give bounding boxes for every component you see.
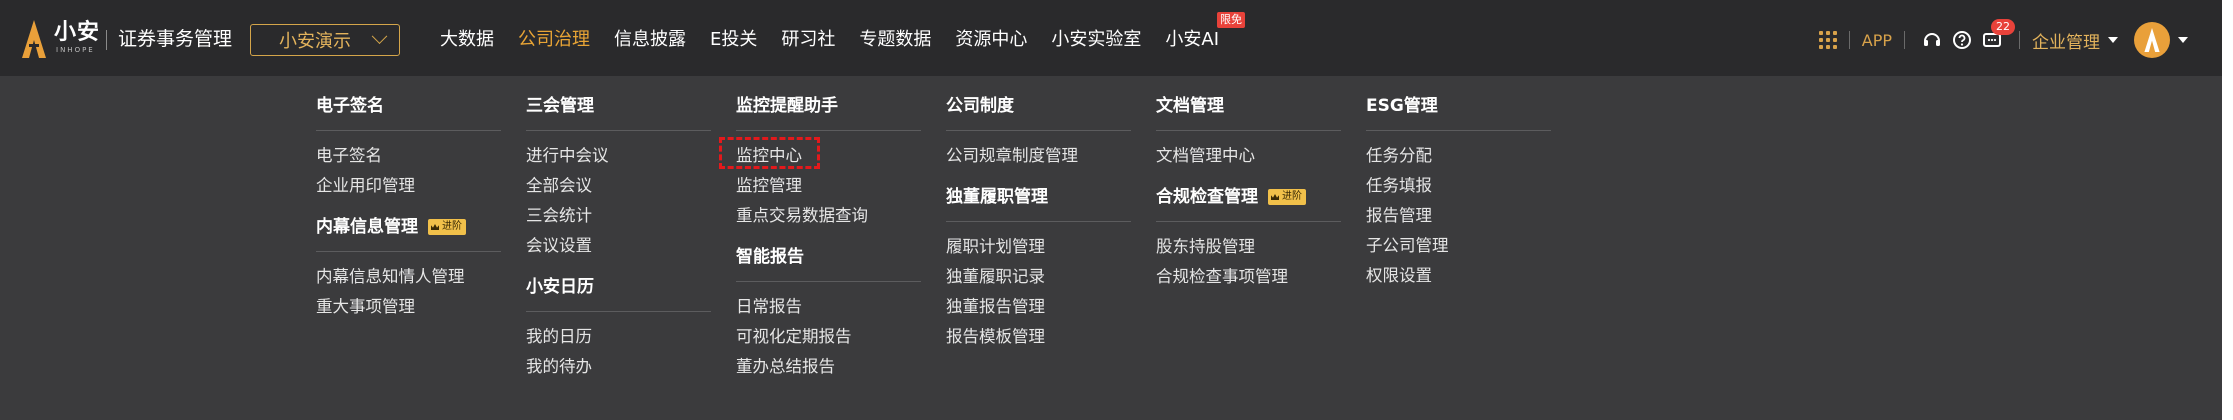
top-navigation-bar: 小安 INHOPE 证券事务管理 小安演示 大数据 公司治理 信息披露 E投关 … [0,0,2222,76]
notification-badge: 22 [1991,19,2015,35]
nav-item-lab[interactable]: 小安实验室 [1051,24,1141,56]
menu-link-document-center[interactable]: 文档管理中心 [1156,141,1341,171]
section-divider [526,311,711,312]
crown-icon [431,224,439,230]
divider [2019,31,2020,49]
nav-item-study-club[interactable]: 研习社 [781,24,835,56]
main-nav: 大数据 公司治理 信息披露 E投关 研习社 专题数据 资源中心 小安实验室 小安… [440,12,1245,56]
section-divider [1156,130,1341,131]
avatar-caret-icon[interactable] [2178,37,2188,43]
product-name: 证券事务管理 [118,28,233,50]
company-select[interactable]: 小安演示 [250,24,400,56]
menu-link-board-office-summary[interactable]: 董办总结报告 [736,352,921,382]
section-divider [946,221,1131,222]
menu-link-ongoing-meetings[interactable]: 进行中会议 [526,141,711,171]
menu-link-monitoring-management[interactable]: 监控管理 [736,171,921,201]
section-title-calendar: 小安日历 [526,277,594,297]
section-divider [736,281,921,282]
menu-link-subsidiary-management[interactable]: 子公司管理 [1366,231,1551,261]
nav-item-resource-center[interactable]: 资源中心 [955,24,1027,56]
section-title-policies: 公司制度 [946,96,1014,116]
menu-column-policies: 公司制度 公司规章制度管理 独董履职管理 履职计划管理 独董履职记录 独董报告管… [946,92,1131,364]
menu-link-report-templates[interactable]: 报告模板管理 [946,322,1131,352]
company-select-value: 小安演示 [279,31,351,52]
section-title-esign: 电子签名 [316,96,384,116]
menu-link-duty-records[interactable]: 独董履职记录 [946,262,1131,292]
menu-column-esg: ESG管理 任务分配 任务填报 报告管理 子公司管理 权限设置 [1366,92,1551,303]
menu-link-compliance-items[interactable]: 合规检查事项管理 [1156,262,1341,292]
divider [1904,31,1905,49]
apps-grid-icon[interactable] [1818,31,1837,49]
section-divider [1156,221,1341,222]
section-divider [316,130,501,131]
avatar[interactable] [2134,22,2170,58]
section-title-insider-info: 内幕信息管理 进阶 [316,213,501,241]
window-edge [2222,0,2233,420]
menu-link-major-events[interactable]: 重大事项管理 [316,292,501,322]
nav-item-disclosure[interactable]: 信息披露 [614,24,686,56]
menu-column-esign: 电子签名 电子签名 企业用印管理 内幕信息管理 进阶 内幕信息知情人管理 重大事… [316,92,501,334]
menu-column-documents: 文档管理 文档管理中心 合规检查管理 进阶 股东持股管理 合规检查事项管理 [1156,92,1341,304]
logo-text: 小安 [54,20,101,45]
nav-item-topic-data[interactable]: 专题数据 [859,24,931,56]
logo[interactable]: 小安 INHOPE [22,20,100,60]
header-tools: APP 22 企业管理 [1818,19,2188,58]
logo-icon [22,20,46,58]
menu-link-all-meetings[interactable]: 全部会议 [526,171,711,201]
section-title-esg: ESG管理 [1366,96,1438,116]
menu-link-task-filling[interactable]: 任务填报 [1366,171,1551,201]
menu-link-esign[interactable]: 电子签名 [316,141,501,171]
menu-link-seal-management[interactable]: 企业用印管理 [316,171,501,201]
logo-subtext: INHOPE [56,46,95,54]
logo-divider [106,30,107,50]
menu-column-meetings: 三会管理 进行中会议 全部会议 三会统计 会议设置 小安日历 我的日历 我的待办 [526,92,711,394]
section-title-compliance: 合规检查管理 进阶 [1156,183,1341,211]
app-download-link[interactable]: APP [1862,31,1892,50]
highlight-box [719,137,820,169]
nav-item-big-data[interactable]: 大数据 [440,24,494,56]
enterprise-menu[interactable]: 企业管理 [2032,28,2118,53]
limited-free-badge: 限免 [1217,12,1245,28]
section-divider [946,130,1131,131]
section-title-independent-directors: 独董履职管理 [946,187,1048,207]
menu-link-my-calendar[interactable]: 我的日历 [526,322,711,352]
menu-link-key-trade-query[interactable]: 重点交易数据查询 [736,201,921,231]
menu-link-shareholding[interactable]: 股东持股管理 [1156,232,1341,262]
section-title-monitoring: 监控提醒助手 [736,96,838,116]
menu-link-daily-report[interactable]: 日常报告 [736,292,921,322]
chevron-down-icon [371,27,388,44]
advanced-tag: 进阶 [428,219,466,235]
section-title-meetings: 三会管理 [526,96,594,116]
advanced-tag: 进阶 [1268,189,1306,205]
section-divider [316,251,501,252]
headset-icon[interactable] [1921,29,1943,51]
menu-link-my-todos[interactable]: 我的待办 [526,352,711,382]
nav-item-e-investor-relations[interactable]: E投关 [710,24,757,56]
menu-link-policy-management[interactable]: 公司规章制度管理 [946,141,1131,171]
avatar-logo-icon [2144,28,2160,52]
menu-link-permission-settings[interactable]: 权限设置 [1366,261,1551,291]
divider [1848,31,1850,49]
menu-link-insider-management[interactable]: 内幕信息知情人管理 [316,262,501,292]
menu-link-task-assignment[interactable]: 任务分配 [1366,141,1551,171]
menu-link-meeting-stats[interactable]: 三会统计 [526,201,711,231]
menu-link-report-management[interactable]: 报告管理 [1366,201,1551,231]
crown-icon [1271,194,1279,200]
section-divider [526,130,711,131]
menu-link-director-reports[interactable]: 独董报告管理 [946,292,1131,322]
section-title-documents: 文档管理 [1156,96,1224,116]
nav-item-corporate-governance[interactable]: 公司治理 [518,24,590,56]
nav-item-ai[interactable]: 小安AI 限免 [1165,12,1245,56]
section-title-smart-reports: 智能报告 [736,247,804,267]
menu-link-duty-plan[interactable]: 履职计划管理 [946,232,1131,262]
section-divider [736,130,921,131]
menu-link-meeting-settings[interactable]: 会议设置 [526,231,711,261]
menu-link-visual-periodic-report[interactable]: 可视化定期报告 [736,322,921,352]
section-divider [1366,130,1551,131]
message-button[interactable]: 22 [1981,19,2015,51]
help-icon[interactable] [1951,29,1973,51]
caret-down-icon [2108,37,2118,43]
